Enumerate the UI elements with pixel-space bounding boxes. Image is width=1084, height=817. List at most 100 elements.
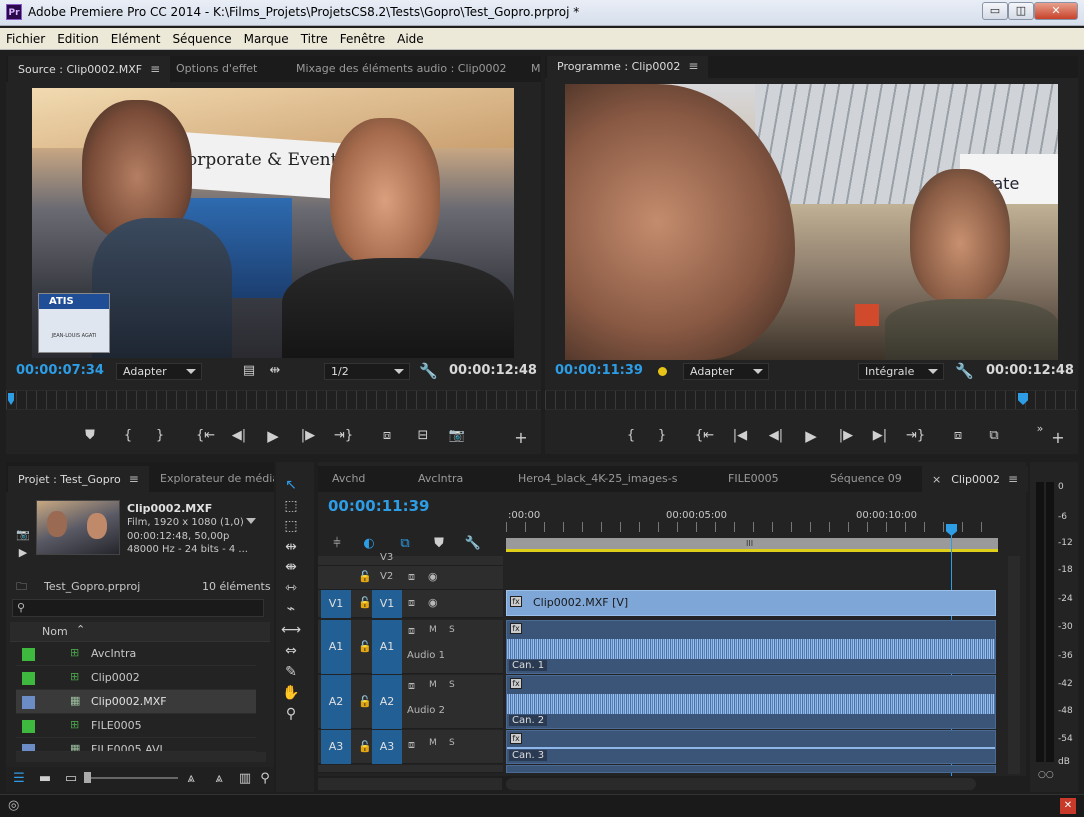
panel-menu-icon[interactable]: ≡ <box>150 62 160 76</box>
step-back-icon[interactable]: ◀| <box>230 428 248 443</box>
add-marker-icon[interactable]: ⛊ <box>430 536 448 551</box>
tab-source[interactable]: Source : Clip0002.MXF ≡ <box>8 56 171 82</box>
meter-solo-icon[interactable]: ○○ <box>1038 770 1054 780</box>
close-window-button[interactable]: ✕ <box>1034 2 1078 20</box>
sort-icon[interactable]: ⩓ <box>182 771 200 786</box>
play-icon[interactable]: ▶ <box>264 427 282 445</box>
sync-lock-icon[interactable]: ⧈ <box>408 679 415 693</box>
tab-clip0002[interactable]: × Clip0002 ≡ <box>922 466 1029 492</box>
settings-wrench-icon[interactable]: 🔧 <box>955 362 974 380</box>
source-patch-a1[interactable]: A1 <box>321 620 351 674</box>
overwrite-icon[interactable]: ⊟ <box>414 428 432 443</box>
program-fit-dropdown[interactable]: Adapter <box>683 363 769 380</box>
restore-button[interactable]: ◫ <box>1008 2 1034 20</box>
track-target-a3[interactable]: A3 <box>372 730 402 764</box>
mute-button[interactable]: M <box>429 738 437 748</box>
automate-icon[interactable]: ⩓ <box>210 771 228 786</box>
tab-hero4[interactable]: Hero4_black_4K-25_images-s <box>508 466 687 492</box>
pen-tool-icon[interactable]: ✎ <box>280 662 302 682</box>
list-view-icon[interactable]: ☰ <box>10 771 28 786</box>
tab-programme[interactable]: Programme : Clip0002 ≡ <box>547 56 709 78</box>
snap-icon[interactable]: ⫩ <box>328 536 346 551</box>
source-patch-v1[interactable]: V1 <box>321 590 351 618</box>
sync-lock-icon[interactable]: ⧈ <box>408 738 415 752</box>
go-to-in-icon[interactable]: {⇤ <box>695 428 714 443</box>
eye-icon[interactable]: ◉ <box>428 596 438 609</box>
mute-button[interactable]: M <box>429 680 437 690</box>
track-target-a2[interactable]: A2 <box>372 675 402 729</box>
track-target-v1[interactable]: V1 <box>372 590 402 618</box>
project-search-input[interactable]: ⚲ <box>12 599 264 617</box>
project-scrollbar[interactable] <box>16 752 266 762</box>
source-video-frame[interactable]: Corporate & Event ATIS JEAN-LOUIS AGATI <box>32 88 514 358</box>
list-item[interactable]: ▦ FILE0005.AVI <box>16 738 256 752</box>
zoom-tool-icon[interactable]: ⚲ <box>280 704 302 724</box>
nest-icon[interactable]: ⧉ <box>396 536 414 551</box>
creative-cloud-sync-icon[interactable]: ◎ <box>8 798 19 813</box>
drag-video-icon[interactable]: ⇹ <box>266 363 284 378</box>
mark-in-icon[interactable]: { <box>119 428 137 443</box>
lock-icon[interactable]: 🔓 <box>358 570 372 583</box>
clip-info-dropdown-icon[interactable] <box>246 518 256 524</box>
insert-icon[interactable]: ⧈ <box>378 428 396 443</box>
lock-icon[interactable]: 🔓 <box>358 695 372 708</box>
source-time-ruler[interactable] <box>6 390 541 410</box>
track-target-a1[interactable]: A1 <box>372 620 402 674</box>
sync-lock-icon[interactable]: ⧈ <box>408 624 415 638</box>
timeline-vertical-scrollbar[interactable] <box>1008 556 1020 774</box>
panel-menu-icon[interactable]: ≡ <box>1008 472 1018 486</box>
go-to-out-icon[interactable]: ⇥} <box>906 428 925 443</box>
lock-icon[interactable]: 🔓 <box>358 740 372 753</box>
find-icon[interactable]: ⚲ <box>256 771 274 786</box>
video-clip[interactable]: fx Clip0002.MXF [V] <box>506 590 996 616</box>
slip-tool-icon[interactable]: ⟷ <box>280 620 302 640</box>
tab-avchd[interactable]: Avchd <box>322 466 375 492</box>
list-item[interactable]: ⊞ FILE0005 <box>16 714 256 738</box>
solo-button[interactable]: S <box>449 738 455 748</box>
sync-lock-icon[interactable]: ⧈ <box>408 596 415 610</box>
tab-explorateur-medias[interactable]: Explorateur de médias <box>150 466 274 492</box>
clip-thumbnail[interactable] <box>36 500 120 555</box>
go-to-start-icon[interactable]: |◀ <box>731 428 749 443</box>
close-tab-icon[interactable]: × <box>932 473 941 486</box>
panel-menu-icon[interactable]: ≡ <box>688 59 698 73</box>
audio-clip[interactable]: fx Can. 2 <box>506 675 996 729</box>
poster-frame-icon[interactable]: 📷 <box>14 528 32 541</box>
step-forward-icon[interactable]: |▶ <box>837 428 855 443</box>
slide-tool-icon[interactable]: ⇔ <box>280 641 302 661</box>
program-video-frame[interactable]: orate <box>565 84 1058 360</box>
menu-marque[interactable]: Marque <box>238 28 295 46</box>
column-header[interactable]: Nom ⌃ <box>10 622 270 642</box>
zoom-slider[interactable] <box>84 772 178 783</box>
button-editor-icon[interactable]: + <box>1049 428 1067 447</box>
button-editor-icon[interactable]: + <box>512 428 530 447</box>
eye-icon[interactable]: ◉ <box>428 570 438 583</box>
step-forward-icon[interactable]: |▶ <box>299 428 317 443</box>
menu-aide[interactable]: Aide <box>391 28 430 46</box>
selection-tool-icon[interactable]: ↖ <box>280 475 302 495</box>
panel-menu-icon[interactable]: ≡ <box>129 472 139 486</box>
tab-projet[interactable]: Projet : Test_Gopro ≡ <box>8 466 149 492</box>
timeline-scrollbar[interactable] <box>506 778 976 790</box>
play-icon[interactable]: ▶ <box>802 427 820 445</box>
freeform-view-icon[interactable]: ▭ <box>62 771 80 786</box>
menu-element[interactable]: Elément <box>105 28 167 46</box>
go-to-out-icon[interactable]: ⇥} <box>334 428 353 443</box>
go-to-in-icon[interactable]: {⇤ <box>196 428 215 443</box>
list-item[interactable]: ▦ Clip0002.MXF <box>16 690 256 714</box>
ripple-edit-tool-icon[interactable]: ⇹ <box>280 537 302 557</box>
rate-stretch-tool-icon[interactable]: ⇿ <box>280 578 302 598</box>
source-playhead-timecode[interactable]: 00:00:07:34 <box>16 363 104 378</box>
menu-edition[interactable]: Edition <box>51 28 105 46</box>
header-scrollbar[interactable] <box>318 778 502 790</box>
list-item[interactable]: ⊞ AvcIntra <box>16 642 256 666</box>
source-fit-dropdown[interactable]: Adapter <box>116 363 202 380</box>
timeline-playhead-timecode[interactable]: 00:00:11:39 <box>328 497 430 515</box>
export-frame-icon[interactable]: 📷 <box>448 428 466 443</box>
extract-icon[interactable]: ⧉ <box>985 428 1003 443</box>
timeline-settings-icon[interactable]: 🔧 <box>464 536 482 551</box>
menu-fenetre[interactable]: Fenêtre <box>334 28 391 46</box>
source-resolution-dropdown[interactable]: 1/2 <box>324 363 410 380</box>
sync-lock-icon[interactable]: ⧈ <box>408 570 415 584</box>
overflow-chevron-icon[interactable]: » <box>1031 422 1049 435</box>
